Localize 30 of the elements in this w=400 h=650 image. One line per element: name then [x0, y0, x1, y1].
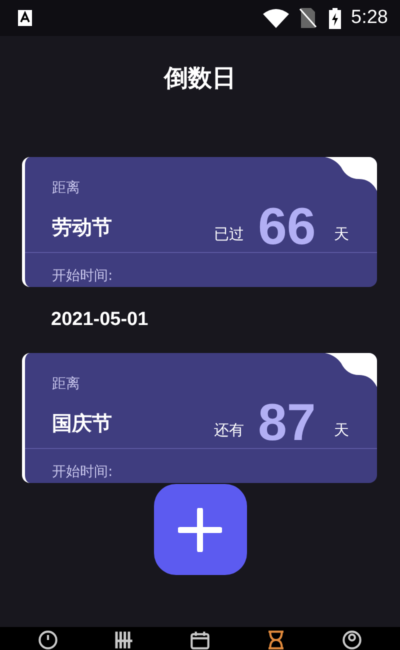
calendar-icon[interactable] — [190, 630, 210, 650]
start-date: 2021-05-01 — [51, 309, 150, 331]
countdown-card[interactable]: 距离 劳动节 已过 66 天 开始时间: — [22, 157, 377, 287]
wave-corner-decoration — [325, 353, 377, 387]
clock-time: 5:28 — [351, 7, 388, 29]
distance-label: 距离 — [52, 179, 81, 197]
page-title: 倒数日 — [164, 63, 236, 94]
person-icon[interactable] — [342, 630, 362, 650]
event-name: 劳动节 — [52, 214, 113, 240]
hourglass-icon[interactable] — [266, 630, 286, 650]
countdown-card[interactable]: 距离 国庆节 还有 87 天 开始时间: — [22, 353, 377, 483]
bars-icon[interactable] — [114, 630, 134, 650]
clock-icon[interactable] — [38, 630, 58, 650]
day-unit: 天 — [334, 420, 349, 440]
wifi-icon — [263, 8, 290, 28]
start-time-label: 开始时间: — [52, 267, 114, 285]
battery-charging-icon — [329, 8, 342, 28]
distance-label: 距离 — [52, 375, 81, 393]
add-button[interactable] — [154, 484, 246, 575]
start-time-label: 开始时间: — [52, 463, 114, 481]
relation-label: 已过 — [214, 224, 244, 244]
day-unit: 天 — [334, 224, 349, 244]
day-count: 87 — [258, 393, 317, 453]
wave-corner-decoration — [325, 157, 377, 191]
relation-label: 还有 — [214, 420, 244, 440]
day-count: 66 — [258, 197, 317, 257]
event-name: 国庆节 — [52, 410, 113, 436]
plus-icon — [178, 508, 222, 552]
no-sim-icon — [299, 8, 318, 28]
app-notification-icon — [18, 10, 32, 26]
